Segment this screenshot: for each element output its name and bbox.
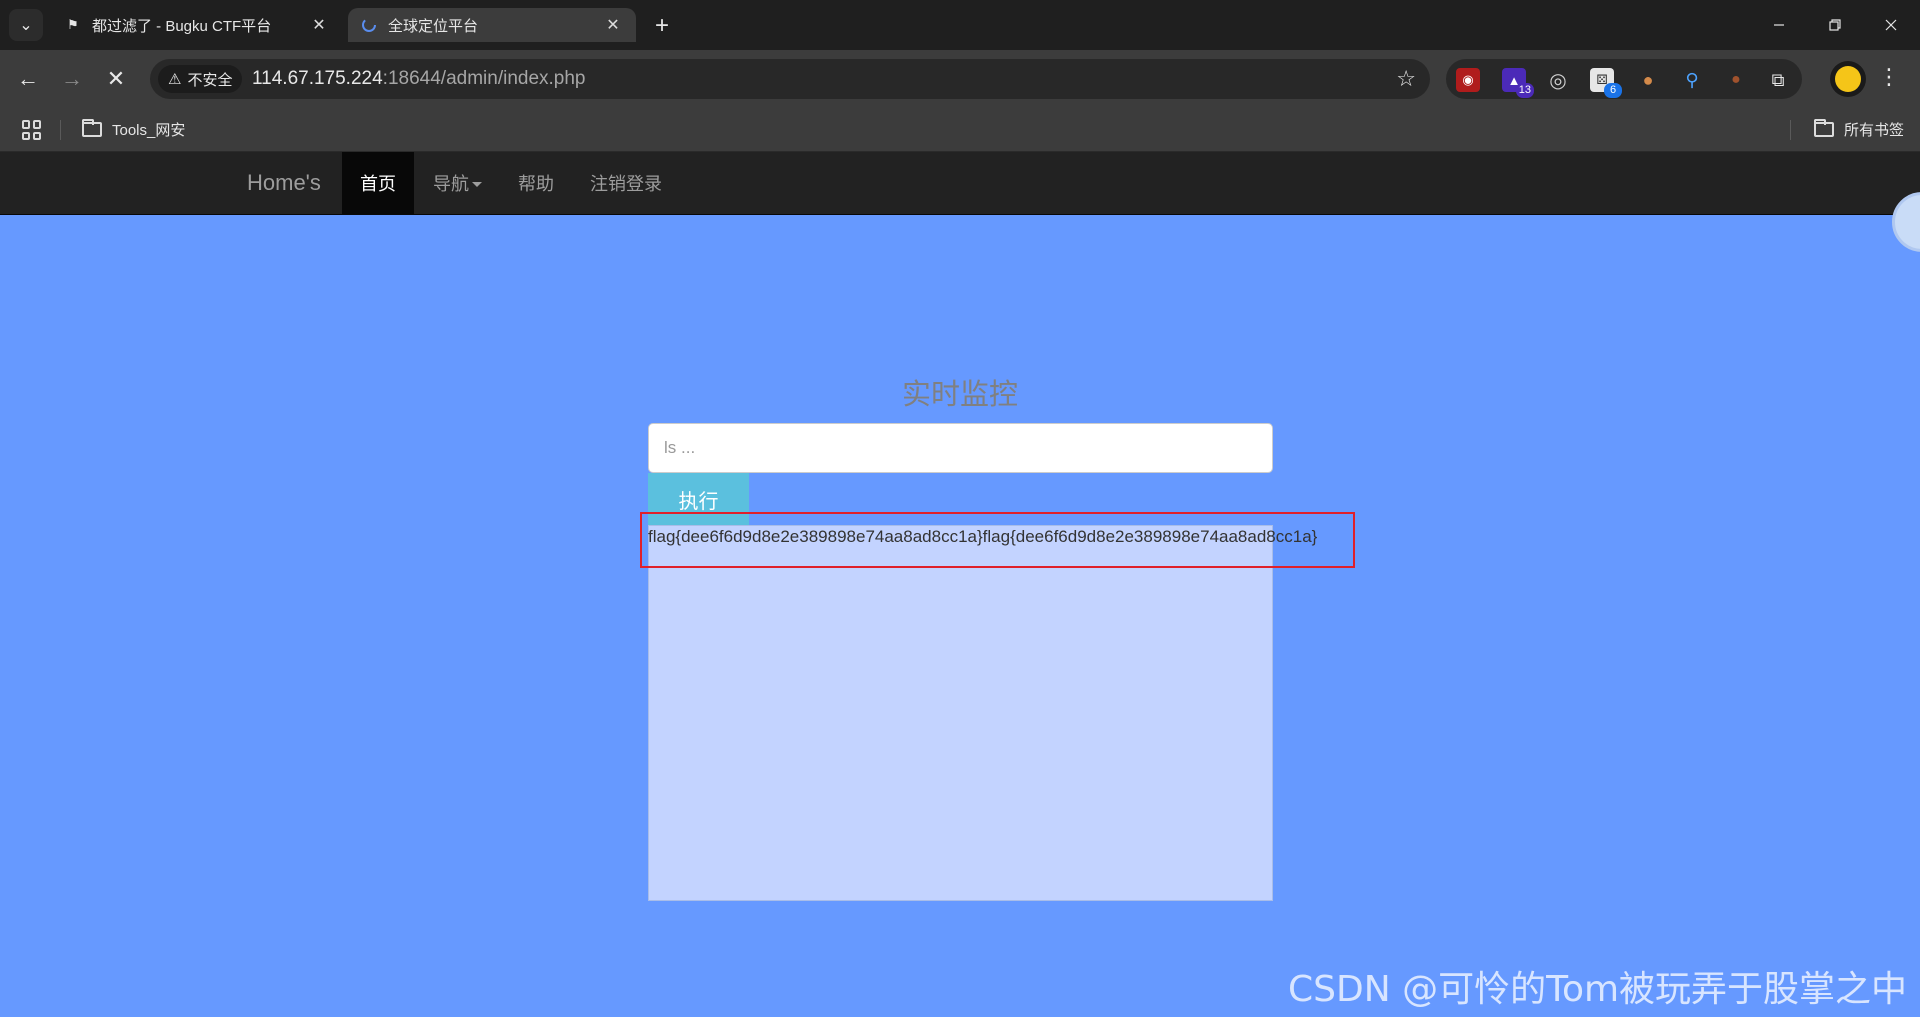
close-tab-icon[interactable]: ✕ (602, 14, 624, 36)
loading-spinner-icon (360, 16, 378, 34)
flag-highlight-box (640, 512, 1355, 568)
extension-badge: 6 (1604, 83, 1622, 98)
page-title: 实时监控 (901, 379, 1018, 411)
tab-title: 全球定位平台 (388, 17, 479, 35)
nav-item-logout[interactable]: 注销登录 (572, 152, 680, 214)
folder-icon (1814, 119, 1834, 137)
url-path: :18644/admin/index.php (382, 68, 586, 89)
minimize-icon (1774, 24, 1784, 26)
profile-avatar[interactable] (1830, 61, 1866, 97)
folder-icon (82, 119, 102, 137)
dice-extension-icon[interactable]: ⚄ 6 (1590, 68, 1622, 98)
caret-down-icon (472, 182, 482, 187)
tab-search-button[interactable]: ⌄ (9, 9, 43, 41)
arrow-left-icon: ← (17, 66, 39, 91)
apps-grid-icon[interactable] (22, 120, 42, 140)
security-label: 不安全 (187, 71, 233, 89)
restore-button[interactable] (1806, 0, 1864, 50)
close-icon (1885, 19, 1897, 31)
flag-icon: ⚑ (67, 17, 79, 32)
extensions-area: ◉ ▲ 13 ◎ ⚄ 6 ● ⚲ ● ⧉ (1446, 59, 1802, 99)
minimize-button[interactable] (1750, 0, 1808, 50)
puzzle-extensions-icon[interactable]: ⧉ (1766, 68, 1790, 92)
stop-loading-button[interactable]: ✕ (100, 63, 132, 95)
nav-item-label: 首页 (360, 174, 396, 194)
nav-item-home[interactable]: 首页 (342, 152, 414, 214)
url-text[interactable]: 114.67.175.224:18644/admin/index.php (252, 68, 586, 90)
nav-item-help[interactable]: 帮助 (500, 152, 572, 214)
all-bookmarks-label: 所有书签 (1844, 122, 1905, 139)
warning-icon: ⚠ (168, 71, 182, 88)
site-brand[interactable]: Home's (247, 170, 321, 196)
bookmark-folder-label: Tools_网安 (112, 122, 186, 139)
red-extension-icon[interactable]: ◉ (1456, 68, 1480, 92)
restore-icon (1829, 19, 1841, 31)
browser-menu-icon[interactable]: ⋮ (1878, 64, 1900, 90)
browser-tabstrip: ⌄ ⚑ 都过滤了 - Bugku CTF平台 ✕ 全球定位平台 ✕ + (0, 0, 1920, 50)
security-chip[interactable]: ⚠ 不安全 (158, 65, 243, 93)
cookie-extension-icon[interactable]: ● (1636, 68, 1660, 92)
close-window-button[interactable] (1862, 0, 1920, 50)
purple-hat-extension-icon[interactable]: ▲ 13 (1502, 68, 1534, 98)
nav-item-navigation-dropdown[interactable]: 导航 (415, 152, 500, 214)
browser-toolbar: ← → ✕ ⚠ 不安全 114.67.175.224:18644/admin/i… (0, 50, 1920, 108)
url-host: 114.67.175.224 (252, 68, 383, 89)
tab-title: 都过滤了 - Bugku CTF平台 (92, 17, 272, 35)
nav-item-label: 注销登录 (590, 174, 662, 194)
new-tab-button[interactable]: + (648, 12, 676, 40)
arrow-right-icon: → (61, 66, 83, 91)
close-tab-icon[interactable]: ✕ (308, 14, 330, 36)
bear-extension-icon[interactable]: ● (1724, 68, 1748, 92)
chevron-down-icon: ⌄ (19, 17, 33, 34)
csdn-watermark: CSDN @可怜的Tom被玩弄于股掌之中 (1288, 969, 1908, 1010)
site-navbar: Home's 首页 导航 帮助 注销登录 (0, 152, 1920, 215)
back-button[interactable]: ← (12, 63, 44, 95)
command-output-area (648, 525, 1273, 901)
bookmark-star-icon[interactable]: ☆ (1396, 66, 1416, 92)
address-bar[interactable]: ⚠ 不安全 114.67.175.224:18644/admin/index.p… (150, 59, 1430, 99)
bookmark-folder-tools[interactable]: Tools_网安 (82, 119, 185, 140)
avatar-image (1835, 66, 1861, 92)
nav-item-label: 导航 (433, 174, 469, 194)
tab-active-platform[interactable]: 全球定位平台 ✕ (348, 8, 636, 42)
close-icon: ✕ (106, 66, 126, 91)
bookmarks-divider (60, 120, 61, 140)
forward-button[interactable]: → (56, 63, 88, 95)
all-bookmarks-folder[interactable]: 所有书签 (1814, 119, 1904, 140)
bookmarks-bar: Tools_网安 所有书签 (0, 108, 1920, 152)
extension-badge: 13 (1515, 83, 1534, 98)
circle-extension-icon[interactable]: ◎ (1546, 68, 1570, 92)
command-input[interactable] (648, 423, 1273, 473)
pin-extension-icon[interactable]: ⚲ (1680, 68, 1704, 92)
nav-item-label: 帮助 (518, 174, 554, 194)
bookmarks-divider (1790, 120, 1791, 140)
tab-bugku[interactable]: ⚑ 都过滤了 - Bugku CTF平台 ✕ (52, 8, 342, 42)
